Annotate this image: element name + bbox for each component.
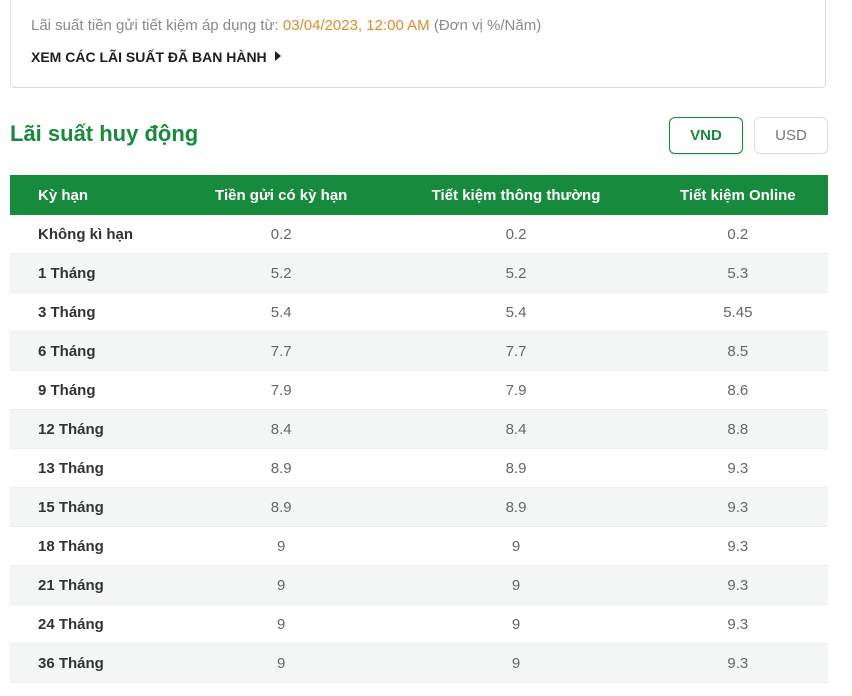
- term-deposit-rate: 8.4: [178, 409, 385, 449]
- header-term: Kỳ hạn: [10, 175, 178, 215]
- regular-savings-rate: 9: [384, 643, 648, 683]
- regular-savings-rate: 9: [384, 604, 648, 644]
- online-savings-rate: 8.8: [647, 409, 828, 449]
- rate-notice-box: Lãi suất tiền gửi tiết kiệm áp dụng từ: …: [10, 0, 826, 88]
- term-cell: 3 Tháng: [10, 292, 178, 332]
- effective-date-notice: Lãi suất tiền gửi tiết kiệm áp dụng từ: …: [31, 17, 541, 34]
- term-deposit-rate: 5.4: [178, 292, 385, 332]
- term-deposit-rate: 9: [178, 526, 385, 566]
- table-row: 13 Tháng 8.9 8.9 9.3: [10, 448, 828, 488]
- term-deposit-rate: 5.2: [178, 253, 385, 293]
- online-savings-rate: 9.3: [647, 487, 828, 527]
- online-savings-rate: 8.5: [647, 331, 828, 371]
- regular-savings-rate: 9: [384, 565, 648, 605]
- online-savings-rate: 9.3: [647, 643, 828, 683]
- term-deposit-rate: 0.2: [178, 215, 385, 254]
- term-cell: 1 Tháng: [10, 253, 178, 293]
- regular-savings-rate: 9: [384, 526, 648, 566]
- table-row: 1 Tháng 5.2 5.2 5.3: [10, 253, 828, 293]
- table-row: 15 Tháng 8.9 8.9 9.3: [10, 487, 828, 527]
- table-body: Không kì hạn 0.2 0.2 0.2 1 Tháng 5.2 5.2 5.3 3 T…: [10, 215, 828, 683]
- term-cell: 12 Tháng: [10, 409, 178, 449]
- term-deposit-rate: 9: [178, 604, 385, 644]
- table-row: 24 Tháng 9 9 9.3: [10, 604, 828, 644]
- term-cell: 36 Tháng: [10, 643, 178, 683]
- header-term-deposit: Tiền gửi có kỳ hạn: [178, 175, 385, 215]
- header-online-savings: Tiết kiệm Online: [647, 175, 828, 215]
- online-savings-rate: 5.45: [647, 292, 828, 332]
- regular-savings-rate: 8.4: [384, 409, 648, 449]
- term-cell: Không kì hạn: [10, 215, 178, 254]
- view-issued-rates-label: XEM CÁC LÃI SUẤT ĐÃ BAN HÀNH: [31, 49, 267, 65]
- regular-savings-rate: 0.2: [384, 215, 648, 254]
- table-row: 36 Tháng 9 9 9.3: [10, 643, 828, 683]
- regular-savings-rate: 5.4: [384, 292, 648, 332]
- view-issued-rates-link[interactable]: XEM CÁC LÃI SUẤT ĐÃ BAN HÀNH: [31, 49, 281, 65]
- online-savings-rate: 9.3: [647, 526, 828, 566]
- term-deposit-rate: 9: [178, 643, 385, 683]
- term-cell: 15 Tháng: [10, 487, 178, 527]
- term-cell: 24 Tháng: [10, 604, 178, 644]
- table-row: 12 Tháng 8.4 8.4 8.8: [10, 409, 828, 449]
- term-cell: 18 Tháng: [10, 526, 178, 566]
- term-cell: 9 Tháng: [10, 370, 178, 410]
- page-title: Lãi suất huy động: [10, 121, 199, 146]
- table-row: Không kì hạn 0.2 0.2 0.2: [10, 215, 828, 254]
- notice-prefix: Lãi suất tiền gửi tiết kiệm áp dụng từ:: [31, 17, 283, 34]
- term-cell: 6 Tháng: [10, 331, 178, 371]
- table-row: 21 Tháng 9 9 9.3: [10, 565, 828, 605]
- interest-rate-table: Kỳ hạn Tiền gửi có kỳ hạn Tiết kiệm thôn…: [10, 175, 828, 683]
- table-row: 9 Tháng 7.9 7.9 8.6: [10, 370, 828, 410]
- currency-vnd-button[interactable]: VND: [669, 117, 743, 154]
- caret-right-icon: [274, 51, 281, 61]
- term-cell: 21 Tháng: [10, 565, 178, 605]
- regular-savings-rate: 5.2: [384, 253, 648, 293]
- table-header-row: Kỳ hạn Tiền gửi có kỳ hạn Tiết kiệm thôn…: [10, 175, 828, 215]
- header-regular-savings: Tiết kiệm thông thường: [384, 175, 648, 215]
- online-savings-rate: 8.6: [647, 370, 828, 410]
- term-deposit-rate: 9: [178, 565, 385, 605]
- notice-unit: (Đơn vị %/Năm): [429, 17, 542, 34]
- term-deposit-rate: 8.9: [178, 448, 385, 488]
- term-deposit-rate: 8.9: [178, 487, 385, 527]
- table-row: 3 Tháng 5.4 5.4 5.45: [10, 292, 828, 332]
- regular-savings-rate: 8.9: [384, 448, 648, 488]
- online-savings-rate: 0.2: [647, 215, 828, 254]
- regular-savings-rate: 7.9: [384, 370, 648, 410]
- table-row: 18 Tháng 9 9 9.3: [10, 526, 828, 566]
- effective-date: 03/04/2023, 12:00 AM: [282, 17, 430, 34]
- online-savings-rate: 9.3: [647, 565, 828, 605]
- regular-savings-rate: 8.9: [384, 487, 648, 527]
- currency-usd-button[interactable]: USD: [754, 117, 828, 154]
- term-deposit-rate: 7.7: [178, 331, 385, 371]
- regular-savings-rate: 7.7: [384, 331, 648, 371]
- term-deposit-rate: 7.9: [178, 370, 385, 410]
- online-savings-rate: 9.3: [647, 604, 828, 644]
- online-savings-rate: 9.3: [647, 448, 828, 488]
- term-cell: 13 Tháng: [10, 448, 178, 488]
- online-savings-rate: 5.3: [647, 253, 828, 293]
- table-row: 6 Tháng 7.7 7.7 8.5: [10, 331, 828, 371]
